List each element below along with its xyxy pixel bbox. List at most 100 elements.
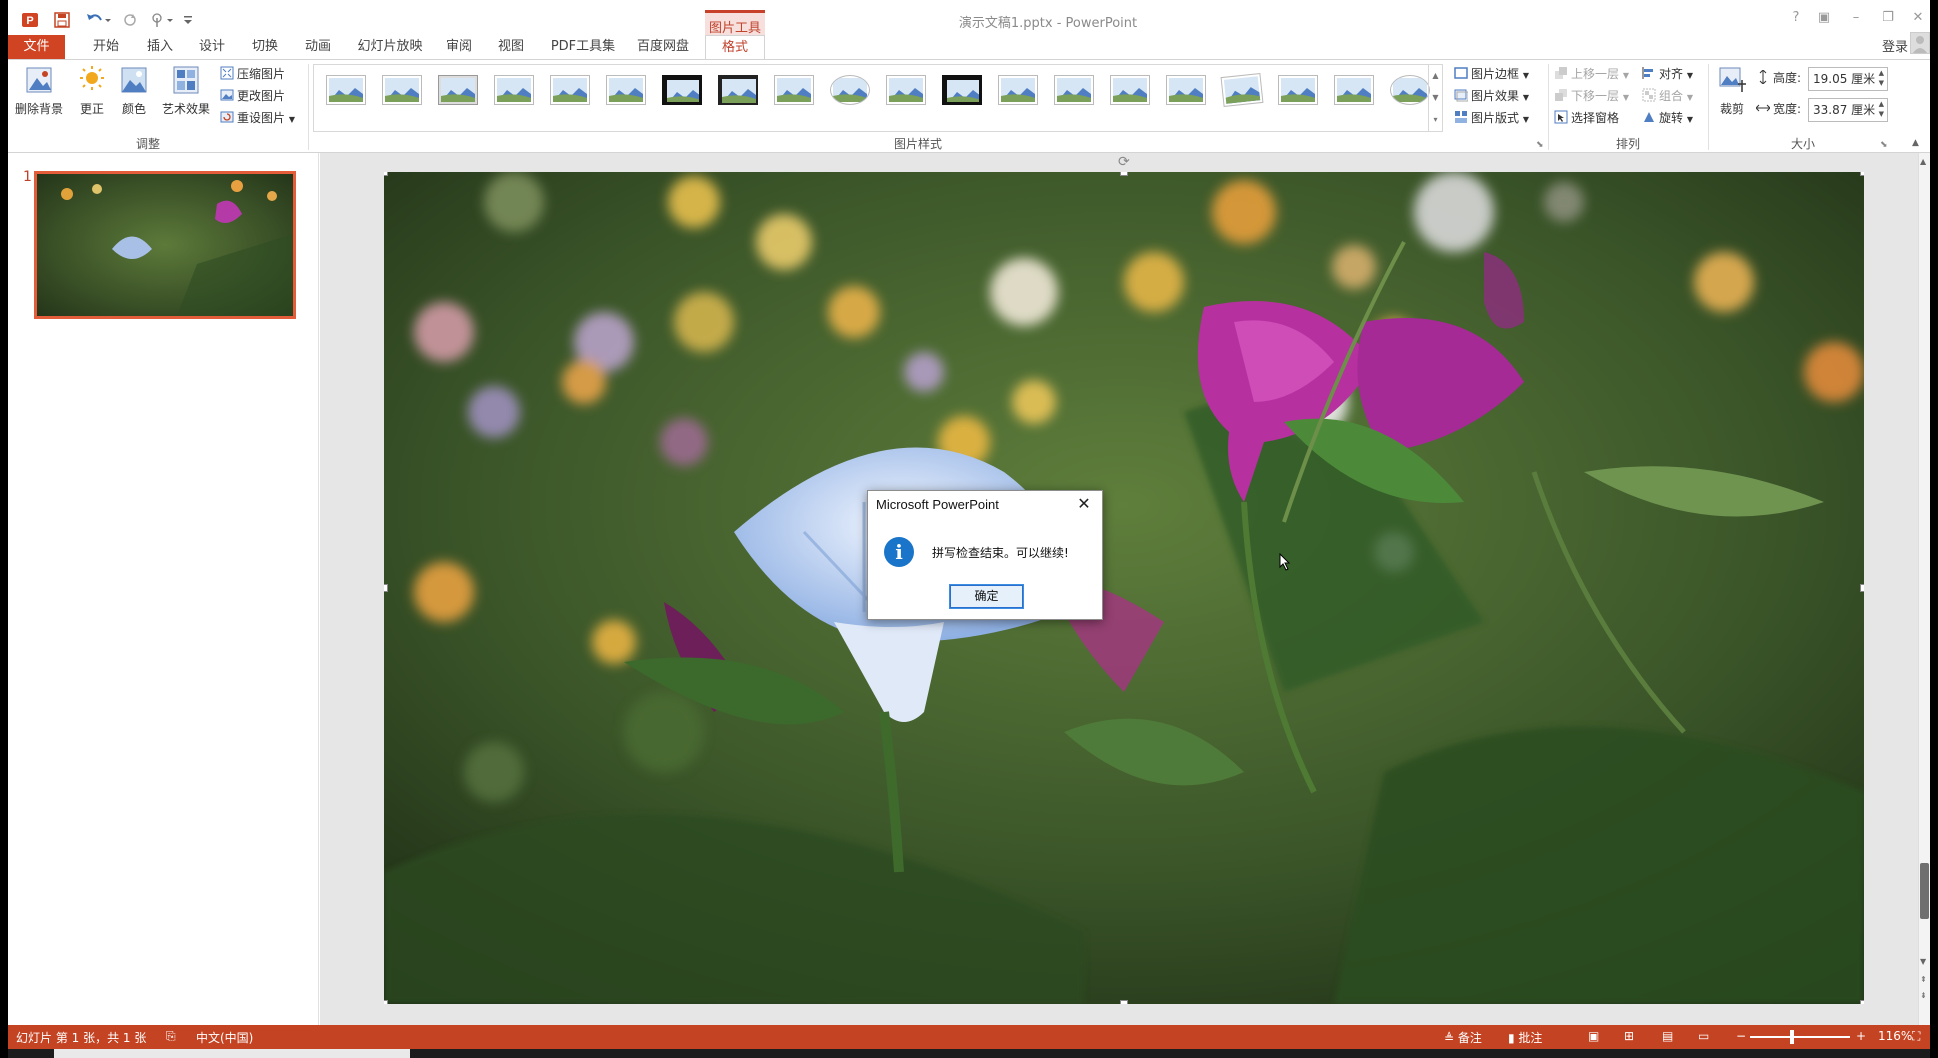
- picture-style-option[interactable]: [1388, 73, 1432, 113]
- tab-slideshow[interactable]: 幻灯片放映: [350, 35, 430, 59]
- touch-mode-icon[interactable]: [146, 8, 178, 32]
- picture-style-option[interactable]: [1164, 73, 1208, 113]
- reset-picture-button[interactable]: 重设图片 ▼: [220, 108, 295, 128]
- zoom-slider[interactable]: [1750, 1036, 1850, 1038]
- width-field[interactable]: 33.87 厘米 ▲ ▼: [1808, 98, 1888, 122]
- zoom-in-icon[interactable]: +: [1856, 1029, 1866, 1043]
- tab-pdf-tools[interactable]: PDF工具集: [543, 35, 623, 59]
- slide-thumbnail[interactable]: [34, 171, 296, 319]
- customize-qat-icon[interactable]: [180, 8, 196, 32]
- next-slide-icon[interactable]: ⇟: [1920, 991, 1927, 1000]
- zoom-slider-thumb[interactable]: [1790, 1030, 1794, 1044]
- picture-layout-button[interactable]: 图片版式 ▼: [1454, 108, 1529, 128]
- tab-file[interactable]: 文件: [8, 35, 65, 59]
- crop-button[interactable]: 裁剪: [1714, 64, 1750, 117]
- picture-style-option[interactable]: [772, 73, 816, 113]
- ribbon-display-options-button[interactable]: ▣: [1810, 10, 1838, 30]
- remove-background-button[interactable]: 删除背景: [12, 64, 66, 117]
- picture-style-option[interactable]: [604, 73, 648, 113]
- picture-style-option[interactable]: [1276, 73, 1320, 113]
- picture-style-option[interactable]: [324, 73, 368, 113]
- picture-style-option[interactable]: [1332, 73, 1376, 113]
- tab-view[interactable]: 视图: [491, 35, 531, 59]
- zoom-out-icon[interactable]: −: [1736, 1029, 1746, 1043]
- align-button[interactable]: 对齐 ▼: [1642, 64, 1693, 84]
- slide-picture[interactable]: [384, 172, 1864, 1004]
- picture-style-option[interactable]: [548, 73, 592, 113]
- corrections-button[interactable]: 更正: [74, 64, 110, 117]
- picture-style-option[interactable]: [1052, 73, 1096, 113]
- tab-review[interactable]: 审阅: [439, 35, 479, 59]
- compress-pictures-button[interactable]: 压缩图片: [220, 64, 285, 84]
- picture-styles-gallery[interactable]: ▲ ▼ ▾: [313, 64, 1443, 132]
- picture-border-button[interactable]: 图片边框 ▼: [1454, 64, 1529, 84]
- login-link[interactable]: 登录: [1882, 36, 1908, 55]
- resize-handle[interactable]: [1120, 172, 1128, 176]
- scroll-up-icon[interactable]: ▲: [1920, 157, 1926, 166]
- resize-handle[interactable]: [1860, 172, 1864, 176]
- resize-handle[interactable]: [384, 584, 388, 592]
- color-button[interactable]: 颜色: [116, 64, 152, 117]
- tab-home[interactable]: 开始: [86, 35, 126, 59]
- size-launcher-icon[interactable]: ⬊: [1880, 140, 1888, 150]
- gallery-more-icon[interactable]: ▾: [1429, 109, 1442, 131]
- picture-style-option[interactable]: [1108, 73, 1152, 113]
- artistic-effects-button[interactable]: 艺术效果: [158, 64, 214, 117]
- height-spinner-icon[interactable]: ▲ ▼: [1879, 68, 1884, 88]
- picture-styles-launcher-icon[interactable]: ⬊: [1536, 140, 1544, 150]
- tab-insert[interactable]: 插入: [140, 35, 180, 59]
- width-spinner-icon[interactable]: ▲ ▼: [1879, 99, 1884, 119]
- previous-slide-icon[interactable]: ⇞: [1920, 975, 1927, 984]
- zoom-level[interactable]: 116%: [1878, 1029, 1912, 1043]
- picture-style-option[interactable]: [884, 73, 928, 113]
- fit-to-window-icon[interactable]: ⛶: [1912, 1029, 1920, 1044]
- rotate-handle-icon[interactable]: ⟳: [1118, 154, 1130, 170]
- picture-style-option[interactable]: [660, 73, 704, 113]
- close-window-button[interactable]: ✕: [1904, 10, 1930, 30]
- tab-design[interactable]: 设计: [192, 35, 232, 59]
- powerpoint-logo-icon[interactable]: P: [18, 8, 42, 32]
- selection-pane-button[interactable]: 选择窗格: [1554, 108, 1619, 128]
- picture-style-option[interactable]: [1220, 72, 1264, 113]
- resize-handle[interactable]: [1860, 584, 1864, 592]
- scrollbar-thumb[interactable]: [1920, 863, 1929, 919]
- undo-icon[interactable]: [82, 8, 114, 32]
- resize-handle[interactable]: [1120, 1000, 1128, 1004]
- slide-sorter-icon[interactable]: ⊞: [1624, 1029, 1634, 1043]
- group-button[interactable]: 组合 ▼: [1642, 86, 1693, 106]
- rotate-button[interactable]: 旋转 ▼: [1642, 108, 1693, 128]
- tab-baidu-netdisk[interactable]: 百度网盘: [628, 35, 698, 59]
- picture-style-option[interactable]: [996, 73, 1040, 113]
- scroll-down-icon[interactable]: ▼: [1920, 957, 1926, 966]
- resize-handle[interactable]: [384, 172, 388, 176]
- spell-check-status-icon[interactable]: ⎘: [166, 1029, 176, 1044]
- tab-transitions[interactable]: 切换: [245, 35, 285, 59]
- dialog-close-icon[interactable]: ✕: [1072, 493, 1096, 515]
- slideshow-view-icon[interactable]: ▭: [1698, 1029, 1709, 1043]
- gallery-down-icon[interactable]: ▼: [1429, 87, 1442, 109]
- picture-style-option[interactable]: [492, 73, 536, 113]
- gallery-scroll[interactable]: ▲ ▼ ▾: [1428, 65, 1442, 131]
- restore-button[interactable]: ❐: [1874, 10, 1902, 30]
- picture-effects-button[interactable]: 图片效果 ▼: [1454, 86, 1529, 106]
- gallery-up-icon[interactable]: ▲: [1429, 65, 1442, 87]
- avatar[interactable]: [1910, 32, 1930, 54]
- redo-icon[interactable]: [118, 8, 142, 32]
- save-icon[interactable]: [50, 8, 74, 32]
- picture-style-option[interactable]: [716, 73, 760, 113]
- minimize-button[interactable]: –: [1842, 10, 1870, 30]
- picture-style-option[interactable]: [380, 73, 424, 113]
- resize-handle[interactable]: [384, 1000, 388, 1004]
- vertical-scrollbar[interactable]: ▲ ▼ ⇞ ⇟: [1918, 153, 1930, 1025]
- picture-style-option[interactable]: [828, 73, 872, 113]
- taskbar-search[interactable]: [54, 1049, 410, 1058]
- send-backward-button[interactable]: 下移一层 ▼: [1554, 86, 1629, 106]
- tab-animations[interactable]: 动画: [298, 35, 338, 59]
- ok-button[interactable]: 确定: [949, 584, 1024, 609]
- bring-forward-button[interactable]: 上移一层 ▼: [1554, 64, 1629, 84]
- change-picture-button[interactable]: 更改图片: [220, 86, 285, 106]
- normal-view-icon[interactable]: ▣: [1588, 1029, 1599, 1043]
- tab-format[interactable]: 格式: [705, 35, 765, 60]
- help-button[interactable]: ?: [1782, 10, 1810, 30]
- reading-view-icon[interactable]: ▤: [1662, 1029, 1673, 1043]
